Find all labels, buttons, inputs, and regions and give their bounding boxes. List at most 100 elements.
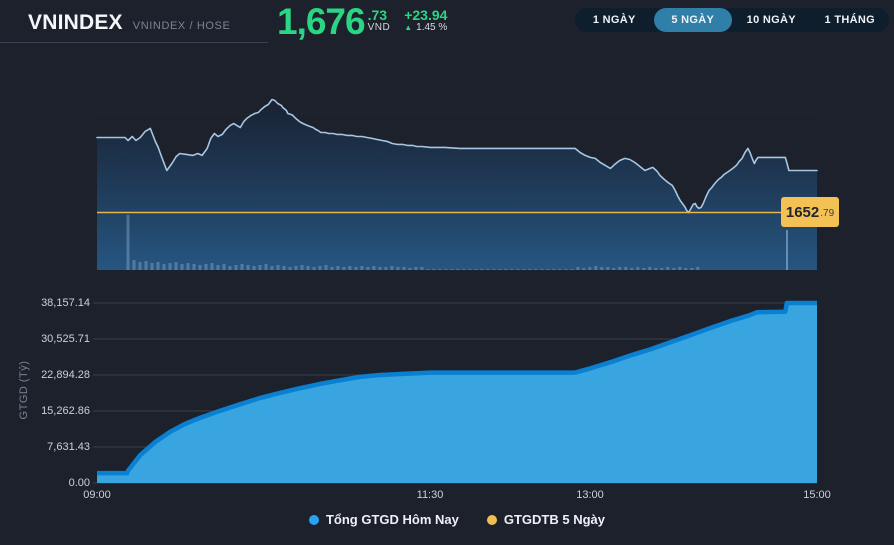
volume-bar xyxy=(288,267,292,270)
volume-bar xyxy=(618,267,622,270)
time-tick-label: 09:00 xyxy=(83,489,111,501)
volume-bar xyxy=(180,264,184,270)
volume-bar xyxy=(246,265,250,270)
charts-canvas[interactable] xyxy=(0,0,894,545)
volume-bar xyxy=(468,269,472,270)
volume-bar xyxy=(438,269,442,270)
volume-bar xyxy=(516,269,520,270)
legend-item[interactable]: GTGDTB 5 Ngày xyxy=(486,512,605,527)
volume-bar xyxy=(498,269,502,270)
volume-bar xyxy=(330,267,334,270)
vnindex-dashboard: { "header": { "symbol": "VNINDEX", "subt… xyxy=(0,0,894,545)
volume-bar xyxy=(660,268,664,270)
volume-bar xyxy=(222,264,226,270)
volume-bar xyxy=(414,267,418,270)
volume-bar xyxy=(174,262,178,270)
volume-bar xyxy=(420,267,424,270)
volume-bar xyxy=(492,269,496,270)
volume-bar xyxy=(408,268,412,270)
volume-bar-atc xyxy=(786,230,788,270)
volume-bar xyxy=(198,265,202,270)
volume-bar xyxy=(450,269,454,270)
reference-price-fraction: .79 xyxy=(820,208,835,219)
chart-legend: Tổng GTGD Hôm Nay GTGDTB 5 Ngày xyxy=(97,512,817,527)
volume-bar xyxy=(654,268,658,270)
volume-bar xyxy=(240,264,244,270)
volume-bar xyxy=(522,269,526,270)
volume-bar xyxy=(264,264,268,270)
volume-bar xyxy=(204,264,208,270)
volume-bar xyxy=(366,267,370,270)
gtgd-area-chart[interactable] xyxy=(93,300,817,484)
volume-bar xyxy=(552,269,556,270)
volume-bar xyxy=(210,263,214,270)
volume-bar xyxy=(594,266,598,270)
volume-bar xyxy=(642,268,646,270)
volume-bar xyxy=(432,269,436,270)
volume-bar xyxy=(390,266,394,270)
gtgd-y-tick-label: 0.00 xyxy=(68,477,90,489)
gtgd-axis-title: GTGD (Tỷ) xyxy=(18,360,30,420)
volume-bar xyxy=(234,265,238,270)
volume-bar xyxy=(348,266,352,270)
volume-bar xyxy=(426,269,430,270)
volume-bar xyxy=(648,267,652,270)
index-price-chart[interactable] xyxy=(96,98,818,271)
volume-bar xyxy=(156,262,160,270)
volume-bar xyxy=(270,266,274,270)
volume-bar xyxy=(474,269,478,270)
legend-label: Tổng GTGD Hôm Nay xyxy=(325,512,459,527)
legend-item[interactable]: Tổng GTGD Hôm Nay xyxy=(308,512,459,527)
volume-bar xyxy=(396,267,400,270)
volume-bar xyxy=(576,267,580,270)
volume-bar xyxy=(126,215,130,270)
volume-bar xyxy=(360,266,364,270)
time-tick-label: 11:30 xyxy=(416,489,444,501)
volume-bar xyxy=(186,263,190,270)
legend-dot-icon xyxy=(486,514,497,525)
volume-bar xyxy=(456,269,460,270)
volume-bar xyxy=(462,269,466,270)
index-area-fill xyxy=(97,99,817,270)
volume-bar xyxy=(276,265,280,270)
volume-bar xyxy=(696,267,700,270)
volume-bar xyxy=(150,263,154,270)
volume-bar xyxy=(384,267,388,270)
gtgd-y-tick-label: 22,894.28 xyxy=(41,369,90,381)
volume-bar xyxy=(336,266,340,270)
volume-bar xyxy=(342,267,346,270)
volume-bar xyxy=(510,269,514,270)
volume-bar xyxy=(636,267,640,270)
volume-bar xyxy=(678,267,682,270)
volume-bar xyxy=(192,264,196,270)
volume-bar xyxy=(132,260,136,270)
volume-bar xyxy=(606,267,610,270)
reference-price-label: 1652 .79 xyxy=(781,197,839,227)
volume-bar xyxy=(534,269,538,270)
volume-bar xyxy=(162,264,166,270)
volume-bar xyxy=(504,269,508,270)
volume-bar xyxy=(630,268,634,270)
volume-bar xyxy=(294,266,298,270)
volume-bar xyxy=(216,265,220,270)
volume-bar xyxy=(378,267,382,270)
legend-label: GTGDTB 5 Ngày xyxy=(503,512,605,527)
volume-bar xyxy=(258,265,262,270)
volume-bar xyxy=(600,267,604,270)
volume-bar xyxy=(168,263,172,270)
volume-bar xyxy=(546,269,550,270)
volume-bar xyxy=(540,269,544,270)
volume-bar xyxy=(318,266,322,270)
volume-bar xyxy=(300,265,304,270)
volume-bar xyxy=(528,269,532,270)
volume-bar xyxy=(612,268,616,270)
volume-bar xyxy=(582,268,586,270)
gtgd-y-tick-label: 7,631.43 xyxy=(47,441,90,453)
volume-bar xyxy=(624,267,628,270)
volume-bar xyxy=(252,266,256,270)
volume-bar xyxy=(354,267,358,270)
volume-bar xyxy=(402,267,406,270)
time-tick-label: 13:00 xyxy=(576,489,604,501)
legend-dot-icon xyxy=(308,514,319,525)
volume-bar xyxy=(480,269,484,270)
